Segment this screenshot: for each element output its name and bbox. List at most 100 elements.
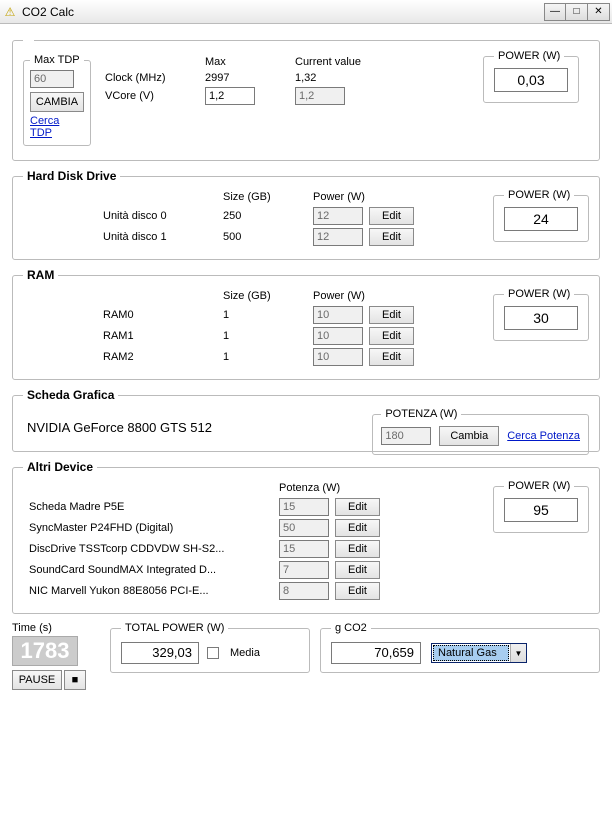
vcore-max-input[interactable] — [205, 87, 255, 105]
edit-button[interactable]: Edit — [369, 348, 414, 366]
other-col-power: Potenza (W) — [279, 482, 399, 494]
other-name: Scheda Madre P5E — [29, 501, 279, 513]
fuel-select-value: Natural Gas — [433, 645, 509, 661]
ram-name: RAM0 — [103, 309, 223, 321]
ram-size: 1 — [223, 309, 313, 321]
fuel-select[interactable]: Natural Gas ▼ — [431, 643, 527, 663]
edit-button[interactable]: Edit — [369, 306, 414, 324]
hdd-power-input[interactable] — [313, 207, 363, 225]
edit-button[interactable]: Edit — [369, 207, 414, 225]
hdd-name: Unità disco 0 — [103, 210, 223, 222]
minimize-button[interactable]: — — [544, 3, 566, 21]
other-name: NIC Marvell Yukon 88E8056 PCI-E... — [29, 585, 279, 597]
hdd-size: 500 — [223, 231, 313, 243]
ram-size: 1 — [223, 330, 313, 342]
ram-power-box: POWER (W) 30 — [493, 288, 589, 341]
titlebar: ⚠ CO2 Calc — □ ✕ — [0, 0, 612, 24]
other-legend: Altri Device — [23, 460, 97, 474]
edit-button[interactable]: Edit — [335, 540, 380, 558]
col-current-header: Current value — [295, 56, 405, 68]
ram-power-input[interactable] — [313, 348, 363, 366]
hdd-legend: Hard Disk Drive — [23, 169, 120, 183]
cerca-tdp-link[interactable]: Cerca TDP — [30, 115, 59, 139]
gco2-value: 70,659 — [331, 642, 421, 664]
ram-power-value: 30 — [504, 306, 578, 330]
ram-legend: RAM — [23, 268, 58, 282]
gpu-potenza-legend: POTENZA (W) — [381, 408, 461, 420]
edit-button[interactable]: Edit — [335, 498, 380, 516]
other-row: SoundCard SoundMAX Integrated D... Edit — [29, 561, 589, 579]
total-power-value: 329,03 — [121, 642, 199, 664]
gco2-box: g CO2 70,659 Natural Gas ▼ — [320, 622, 600, 673]
other-name: SoundCard SoundMAX Integrated D... — [29, 564, 279, 576]
time-value: 1783 — [12, 636, 78, 666]
cpu-power-box: POWER (W) 0,03 — [483, 50, 579, 103]
cpu-power-value: 0,03 — [494, 68, 568, 92]
other-row: NIC Marvell Yukon 88E8056 PCI-E... Edit — [29, 582, 589, 600]
time-label: Time (s) — [12, 622, 100, 634]
ram-power-input[interactable] — [313, 306, 363, 324]
window-title: CO2 Calc — [22, 5, 544, 19]
ram-power-legend: POWER (W) — [504, 288, 574, 300]
max-tdp-legend: Max TDP — [30, 54, 84, 66]
hdd-power-input[interactable] — [313, 228, 363, 246]
ram-col-power: Power (W) — [313, 290, 433, 302]
hdd-power-box: POWER (W) 24 — [493, 189, 589, 242]
max-tdp-box: Max TDP CAMBIA Cerca TDP — [23, 54, 91, 146]
clock-cur-value: 1,32 — [295, 72, 405, 84]
other-power-legend: POWER (W) — [504, 480, 574, 492]
edit-button[interactable]: Edit — [369, 327, 414, 345]
hdd-name: Unità disco 1 — [103, 231, 223, 243]
app-icon: ⚠ — [2, 4, 18, 20]
hdd-col-power: Power (W) — [313, 191, 433, 203]
gpu-cambia-button[interactable]: Cambia — [439, 426, 499, 446]
cpu-section: Max TDP CAMBIA Cerca TDP Max Current val… — [12, 34, 600, 161]
edit-button[interactable]: Edit — [335, 582, 380, 600]
other-power-input[interactable] — [279, 582, 329, 600]
gpu-potenza-input[interactable] — [381, 427, 431, 445]
media-label: Media — [230, 647, 260, 659]
total-power-legend: TOTAL POWER (W) — [121, 622, 228, 634]
ram-col-size: Size (GB) — [223, 290, 313, 302]
edit-button[interactable]: Edit — [335, 561, 380, 579]
other-power-input[interactable] — [279, 540, 329, 558]
pause-button[interactable]: PAUSE — [12, 670, 62, 690]
ram-size: 1 — [223, 351, 313, 363]
max-tdp-input[interactable] — [30, 70, 74, 88]
gpu-section: Scheda Grafica NVIDIA GeForce 8800 GTS 5… — [12, 388, 600, 452]
hdd-section: Hard Disk Drive Size (GB) Power (W) Unit… — [12, 169, 600, 260]
maximize-button[interactable]: □ — [566, 3, 588, 21]
col-max-header: Max — [205, 56, 295, 68]
hdd-power-value: 24 — [504, 207, 578, 231]
chevron-down-icon: ▼ — [510, 644, 526, 662]
other-power-input[interactable] — [279, 519, 329, 537]
other-power-input[interactable] — [279, 561, 329, 579]
other-power-value: 95 — [504, 498, 578, 522]
ram-name: RAM2 — [103, 351, 223, 363]
total-power-box: TOTAL POWER (W) 329,03 Media — [110, 622, 310, 673]
close-button[interactable]: ✕ — [588, 3, 610, 21]
edit-button[interactable]: Edit — [369, 228, 414, 246]
media-checkbox[interactable] — [207, 647, 219, 659]
clock-label: Clock (MHz) — [105, 72, 205, 84]
cpu-power-legend: POWER (W) — [494, 50, 564, 62]
gpu-legend: Scheda Grafica — [23, 388, 118, 402]
gpu-potenza-box: POTENZA (W) Cambia Cerca Potenza — [372, 408, 589, 455]
window-buttons: — □ ✕ — [544, 3, 610, 21]
edit-button[interactable]: Edit — [335, 519, 380, 537]
cambia-tdp-button[interactable]: CAMBIA — [30, 92, 84, 112]
time-panel: Time (s) 1783 PAUSE ■ — [12, 622, 100, 690]
other-power-input[interactable] — [279, 498, 329, 516]
other-row: DiscDrive TSSTcorp CDDVDW SH-S2... Edit — [29, 540, 589, 558]
hdd-size: 250 — [223, 210, 313, 222]
stop-button[interactable]: ■ — [64, 670, 86, 690]
vcore-label: VCore (V) — [105, 90, 205, 102]
hdd-col-size: Size (GB) — [223, 191, 313, 203]
ram-row: RAM2 1 Edit — [103, 348, 589, 366]
other-power-box: POWER (W) 95 — [493, 480, 589, 533]
ram-power-input[interactable] — [313, 327, 363, 345]
ram-name: RAM1 — [103, 330, 223, 342]
gpu-cerca-link[interactable]: Cerca Potenza — [507, 430, 580, 442]
clock-max-value: 2997 — [205, 72, 295, 84]
vcore-cur-input[interactable] — [295, 87, 345, 105]
